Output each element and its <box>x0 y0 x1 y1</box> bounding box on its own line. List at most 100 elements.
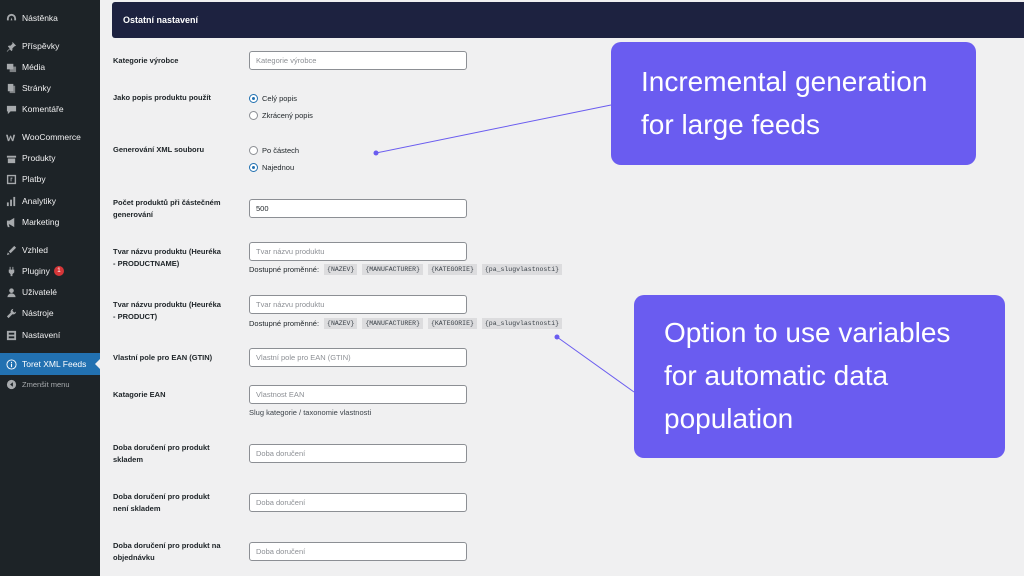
label-line: Tvar názvu produktu (Heuréka <box>113 247 221 256</box>
sidebar-item-label: Stránky <box>22 83 51 93</box>
appearance-icon <box>5 244 17 256</box>
payments-icon <box>5 173 17 185</box>
radio-checked[interactable] <box>249 94 258 103</box>
sidebar-item-payments[interactable]: Platby <box>0 169 100 189</box>
ean-category-input[interactable] <box>249 385 467 404</box>
delivery-out-of-stock-input[interactable] <box>249 493 467 512</box>
variables-label: Dostupné proměnné: <box>249 319 320 328</box>
info-icon <box>5 358 17 370</box>
tools-icon <box>5 307 17 319</box>
sidebar-item-label: Marketing <box>22 217 60 227</box>
sidebar-item-label: Vzhled <box>22 245 48 255</box>
delivery-on-order-input[interactable] <box>249 542 467 561</box>
callout-line: Incremental generation <box>641 66 928 97</box>
productname-format-input[interactable] <box>249 242 467 261</box>
users-icon <box>5 286 17 298</box>
dashboard-icon <box>5 12 17 24</box>
option-label: Zkrácený popis <box>262 111 313 120</box>
sidebar-item-label: Nastavení <box>22 330 61 340</box>
sidebar-item-label: WooCommerce <box>22 132 81 142</box>
sidebar-item-dashboard[interactable]: Nástěnka <box>0 8 100 28</box>
sidebar-item-toret-xml-feeds[interactable]: Toret XML Feeds <box>0 353 100 375</box>
radio-unchecked[interactable] <box>249 111 258 120</box>
sidebar-item-products[interactable]: Produkty <box>0 148 100 168</box>
sidebar-item-label: Nástroje <box>22 308 54 318</box>
description-full-option[interactable]: Celý popis <box>249 94 297 103</box>
productname-format-label: Tvar názvu produktu (Heuréka - PRODUCTNA… <box>113 246 221 270</box>
admin-sidebar: Nástěnka Příspěvky Média Stránky Komentá… <box>0 0 100 576</box>
delivery-out-of-stock-label: Doba doručení pro produkt není skladem <box>113 491 210 515</box>
xml-generation-partial-option[interactable]: Po částech <box>249 146 299 155</box>
variable-code: {MANUFACTURER} <box>362 318 423 329</box>
option-label: Najednou <box>262 163 295 172</box>
label-line: Počet produktů při částečném <box>113 198 221 207</box>
partial-count-input[interactable] <box>249 199 467 218</box>
incremental-generation-callout: Incremental generation for large feeds <box>611 42 976 165</box>
callout-line: for automatic data <box>664 360 889 391</box>
xml-generation-label: Generování XML souboru <box>113 145 205 154</box>
sidebar-item-plugins[interactable]: Pluginy 1 <box>0 261 100 281</box>
sidebar-item-label: Média <box>22 62 46 72</box>
sidebar-item-label: Produkty <box>22 153 56 163</box>
callout-line: for large feeds <box>641 109 820 140</box>
label-line: Doba doručení pro produkt na <box>113 541 221 550</box>
label-line: - PRODUCTNAME) <box>113 259 180 268</box>
section-title: Ostatní nastavení <box>123 15 199 25</box>
update-count-badge: 1 <box>53 266 64 276</box>
variable-code: {KATEGORIE} <box>427 264 477 275</box>
sidebar-item-tools[interactable]: Nástroje <box>0 303 100 323</box>
sidebar-item-pages[interactable]: Stránky <box>0 78 100 98</box>
label-line: - PRODUCT) <box>113 312 158 321</box>
sidebar-item-label: Příspěvky <box>22 41 60 51</box>
sidebar-item-settings[interactable]: Nastavení <box>0 325 100 345</box>
ean-category-label: Katagorie EAN <box>113 390 166 399</box>
product-format-input[interactable] <box>249 295 467 314</box>
product-format-label: Tvar názvu produktu (Heuréka - PRODUCT) <box>113 299 221 323</box>
sidebar-item-label: Zmenšit menu <box>22 379 70 389</box>
sidebar-item-woocommerce[interactable]: WooCommerce <box>0 127 100 147</box>
products-icon <box>5 152 17 164</box>
sidebar-item-users[interactable]: Uživatelé <box>0 282 100 302</box>
sidebar-item-analytics[interactable]: Analytiky <box>0 191 100 211</box>
sidebar-item-marketing[interactable]: Marketing <box>0 212 100 232</box>
analytics-icon <box>5 195 17 207</box>
collapse-icon <box>5 378 17 390</box>
ean-category-description: Slug kategorie / taxonomie vlastnosti <box>249 408 372 417</box>
delivery-in-stock-label: Doba doručení pro produkt skladem <box>113 442 210 466</box>
description-short-option[interactable]: Zkrácený popis <box>249 111 313 120</box>
sidebar-item-label: Analytiky <box>22 196 57 206</box>
radio-checked[interactable] <box>249 163 258 172</box>
sidebar-item-posts[interactable]: Příspěvky <box>0 36 100 56</box>
xml-generation-all-option[interactable]: Najednou <box>249 163 294 172</box>
manufacturer-category-input[interactable] <box>249 51 467 70</box>
variable-code: {KATEGORIE} <box>427 318 477 329</box>
manufacturer-category-label: Kategorie výrobce <box>113 56 179 65</box>
delivery-in-stock-input[interactable] <box>249 444 467 463</box>
pages-icon <box>5 82 17 94</box>
label-line: není skladem <box>113 504 161 513</box>
callout-line: population <box>664 403 794 434</box>
label-line: Tvar názvu produktu (Heuréka <box>113 300 221 309</box>
label-line: Doba doručení pro produkt <box>113 443 210 452</box>
sidebar-item-label: Komentáře <box>22 104 64 114</box>
sidebar-item-appearance[interactable]: Vzhled <box>0 240 100 260</box>
variable-code: {pa_slugvlastnosti} <box>481 318 563 329</box>
gtin-input[interactable] <box>249 348 467 367</box>
collapse-menu-button[interactable]: Zmenšit menu <box>0 374 100 394</box>
sidebar-item-media[interactable]: Média <box>0 57 100 77</box>
radio-unchecked[interactable] <box>249 146 258 155</box>
sidebar-item-comments[interactable]: Komentáře <box>0 99 100 119</box>
variable-code: {pa_slugvlastnosti} <box>481 264 563 275</box>
product-variables: Dostupné proměnné: {NAZEV} {MANUFACTURER… <box>249 318 563 329</box>
gtin-label: Vlastní pole pro EAN (GTIN) <box>113 353 213 362</box>
sidebar-item-label: Platby <box>22 174 46 184</box>
option-label: Po částech <box>262 146 300 155</box>
productname-variables: Dostupné proměnné: {NAZEV} {MANUFACTURER… <box>249 264 563 275</box>
plugins-icon <box>5 265 17 277</box>
variables-callout: Option to use variables for automatic da… <box>634 295 1005 458</box>
variable-code: {NAZEV} <box>324 318 358 329</box>
variables-label: Dostupné proměnné: <box>249 265 320 274</box>
sidebar-item-label: Uživatelé <box>22 287 57 297</box>
connector-line <box>556 336 635 393</box>
partial-count-label: Počet produktů při částečném generování <box>113 197 221 221</box>
